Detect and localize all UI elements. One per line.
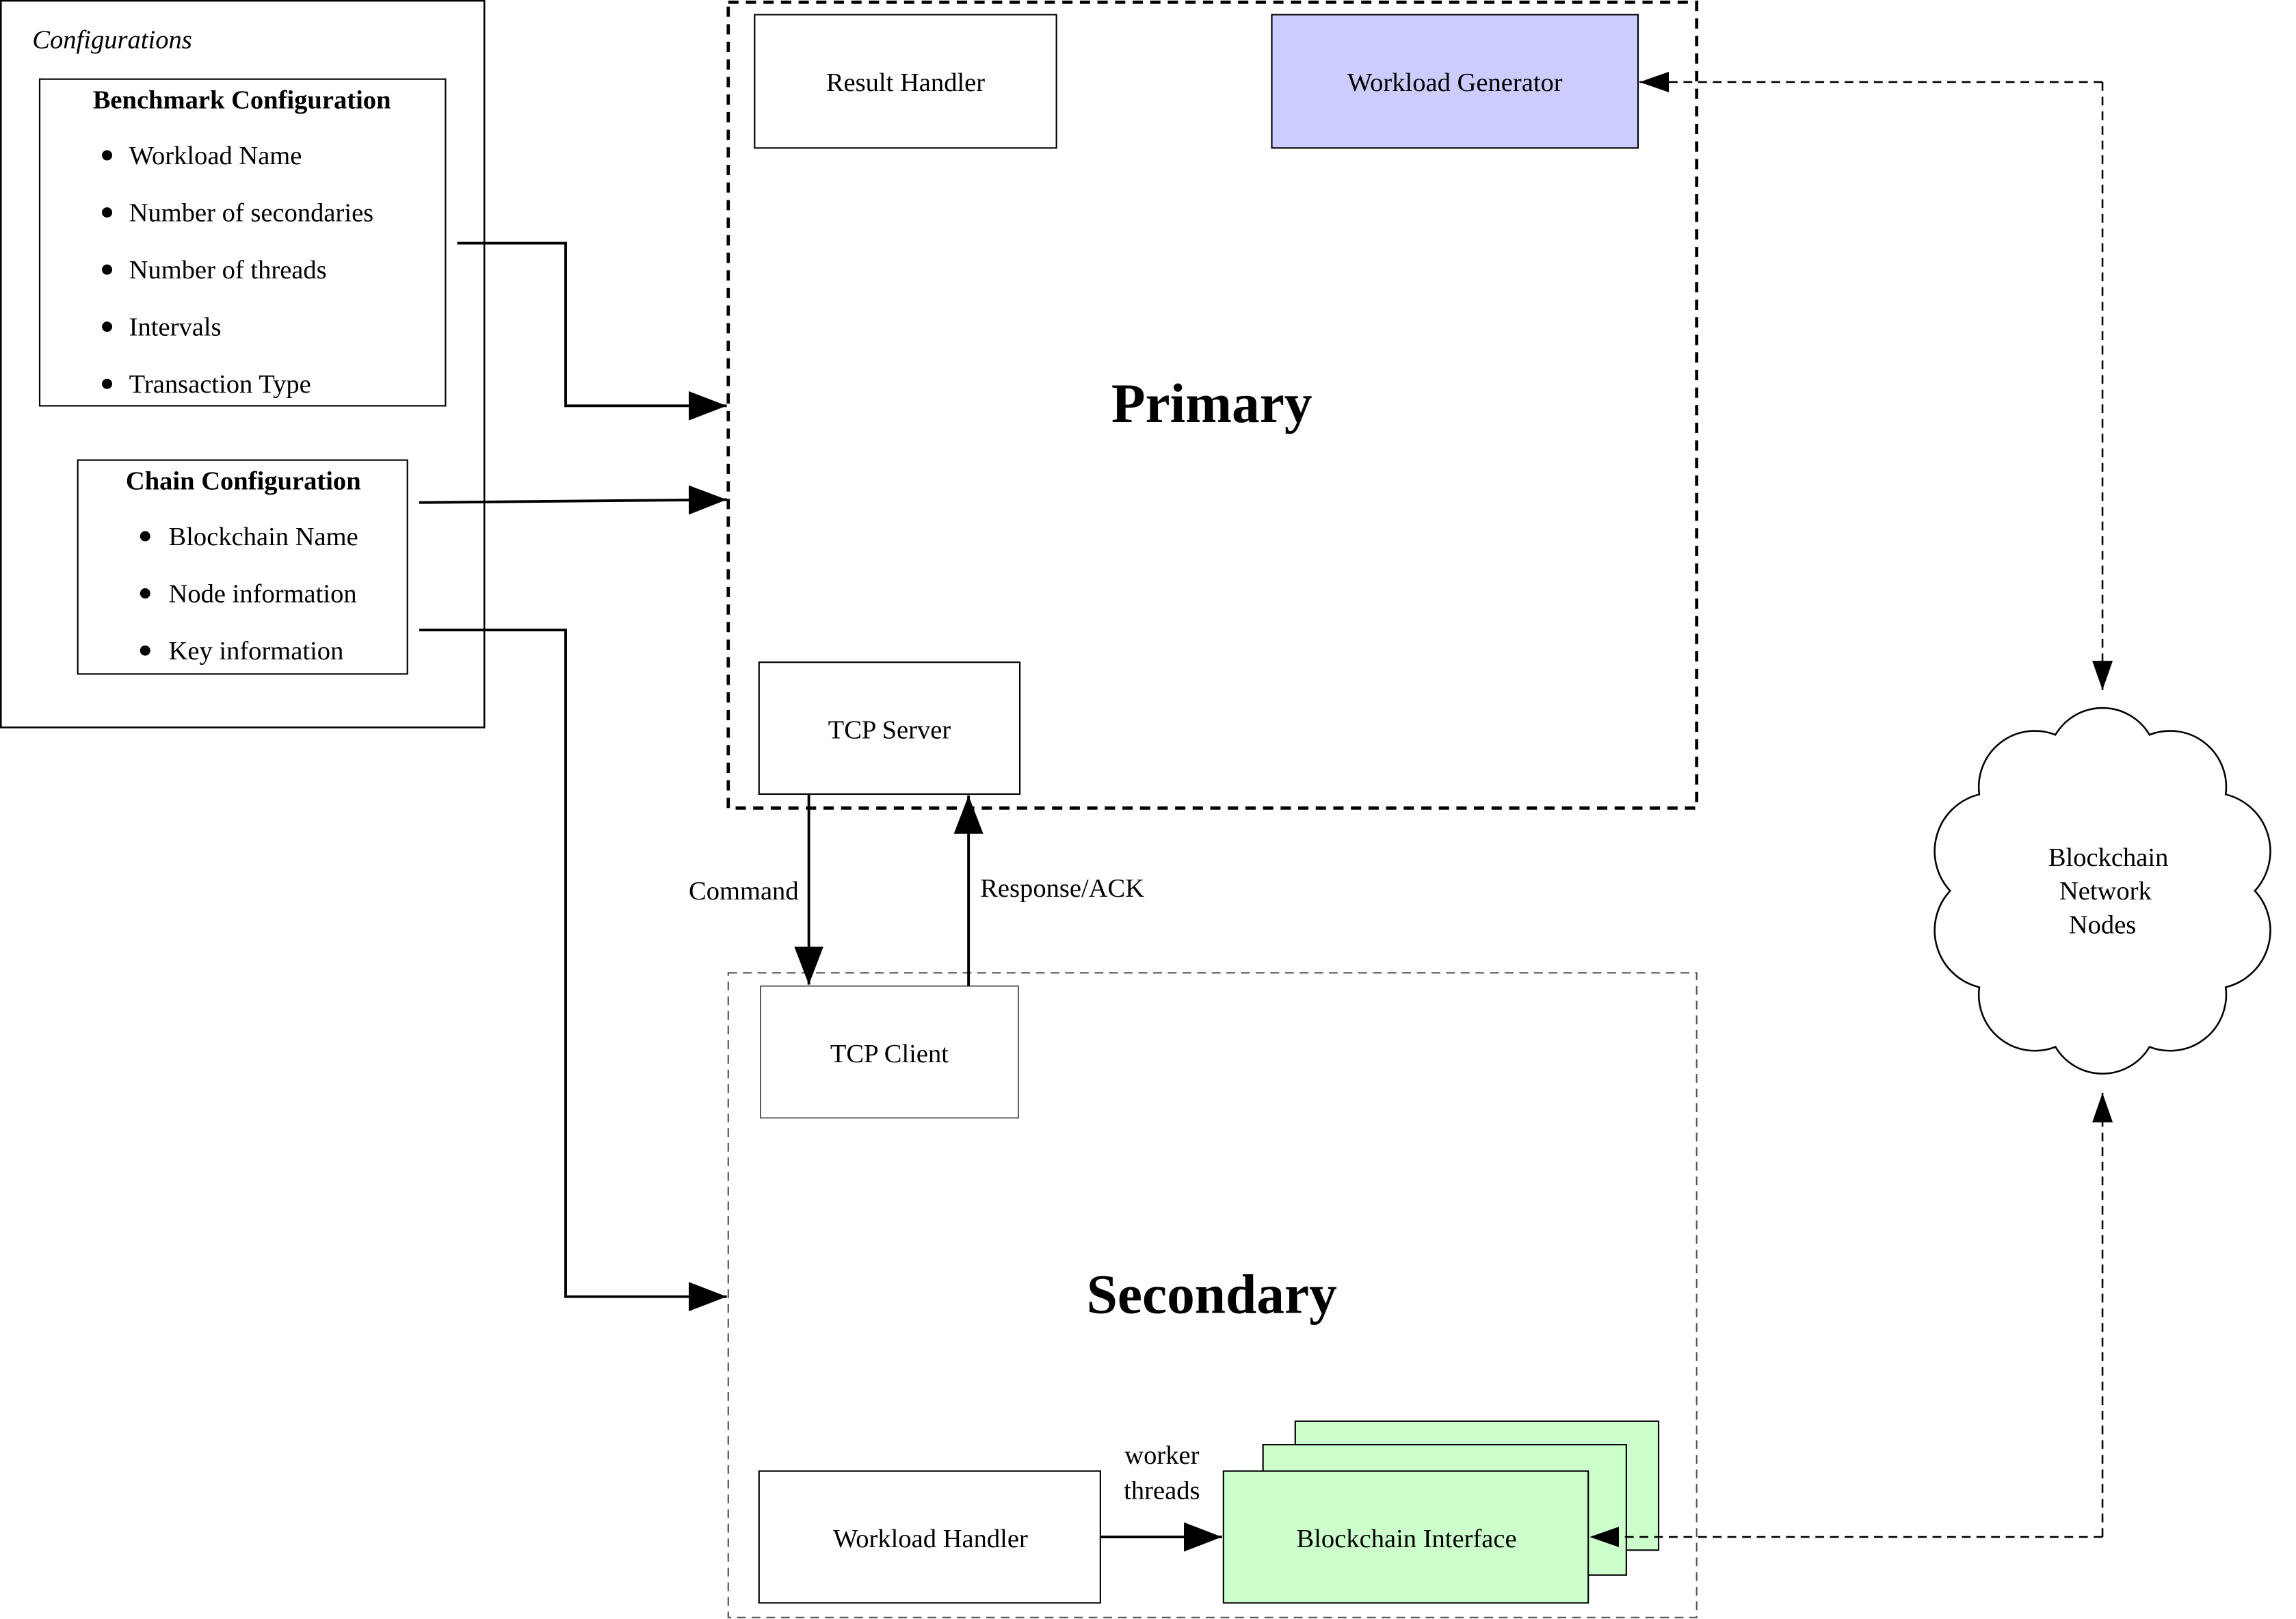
config-list-item: Workload Name bbox=[129, 142, 302, 170]
response-label: Response/ACK bbox=[980, 874, 1144, 903]
blockchain-network-cloud: Blockchain Network Nodes bbox=[1934, 707, 2271, 1075]
benchmark-configuration-title: Benchmark Configuration bbox=[93, 86, 391, 115]
benchmark-to-primary-arrow bbox=[457, 241, 727, 421]
tcp-server-box: TCP Server bbox=[758, 661, 1021, 795]
cloud-label-1: Blockchain bbox=[2048, 843, 2169, 872]
primary-container: Primary Result Handler Workload Generato… bbox=[726, 0, 1699, 810]
configurations-title: Configurations bbox=[32, 26, 192, 55]
secondary-title: Secondary bbox=[1087, 1263, 1337, 1325]
chain-to-secondary-arrow bbox=[419, 629, 727, 1312]
configurations-panel: Configurations Benchmark Configuration W… bbox=[0, 0, 486, 728]
chain-configuration-box: Chain Configuration Blockchain Name Node … bbox=[77, 459, 408, 675]
workload-handler-box: Workload Handler bbox=[758, 1470, 1101, 1604]
config-list-item: Key information bbox=[169, 637, 344, 666]
blockchain-interface-label: Blockchain Interface bbox=[1297, 1525, 1517, 1553]
chain-configuration-title: Chain Configuration bbox=[126, 466, 361, 495]
bullet-icon bbox=[140, 531, 150, 542]
blockchain-interface-stack: Blockchain Interface bbox=[1222, 1420, 1660, 1604]
workload-handler-label: Workload Handler bbox=[833, 1525, 1028, 1553]
tcp-client-label: TCP Client bbox=[830, 1040, 949, 1068]
cloud-label-2: Network bbox=[2059, 877, 2152, 906]
bullet-icon bbox=[102, 378, 113, 389]
workload-generator-label: Workload Generator bbox=[1347, 68, 1563, 97]
bullet-icon bbox=[102, 264, 113, 275]
result-handler-box: Result Handler bbox=[754, 14, 1057, 149]
config-list-item: Number of secondaries bbox=[129, 198, 373, 227]
architecture-diagram: Configurations Benchmark Configuration W… bbox=[0, 0, 2271, 1618]
bullet-icon bbox=[102, 207, 113, 218]
config-list-item: Transaction Type bbox=[129, 370, 311, 399]
benchmark-configuration-box: Benchmark Configuration Workload Name Num… bbox=[38, 78, 447, 407]
config-list-item: Blockchain Name bbox=[169, 523, 358, 551]
primary-title: Primary bbox=[1111, 372, 1312, 434]
bullet-icon bbox=[140, 588, 150, 599]
command-label: Command bbox=[689, 877, 799, 906]
workload-generator-box: Workload Generator bbox=[1271, 14, 1639, 149]
cloud-label-3: Nodes bbox=[2069, 911, 2137, 940]
config-list-item: Node information bbox=[169, 579, 357, 608]
chain-to-primary-arrow bbox=[419, 485, 727, 515]
secondary-container: Secondary TCP Client Workload Handler Bl… bbox=[727, 972, 1698, 1618]
worker-threads-label-1: worker bbox=[1124, 1441, 1199, 1470]
config-list-item: Intervals bbox=[129, 313, 222, 342]
config-arrows bbox=[419, 241, 727, 1312]
bullet-icon bbox=[102, 150, 113, 161]
config-list-item: Number of threads bbox=[129, 256, 327, 285]
bullet-icon bbox=[102, 321, 113, 332]
result-handler-label: Result Handler bbox=[826, 68, 985, 97]
tcp-client-box: TCP Client bbox=[760, 985, 1019, 1119]
worker-threads-label-2: threads bbox=[1124, 1476, 1200, 1505]
tcp-server-label: TCP Server bbox=[828, 716, 951, 745]
bullet-icon bbox=[140, 645, 150, 656]
